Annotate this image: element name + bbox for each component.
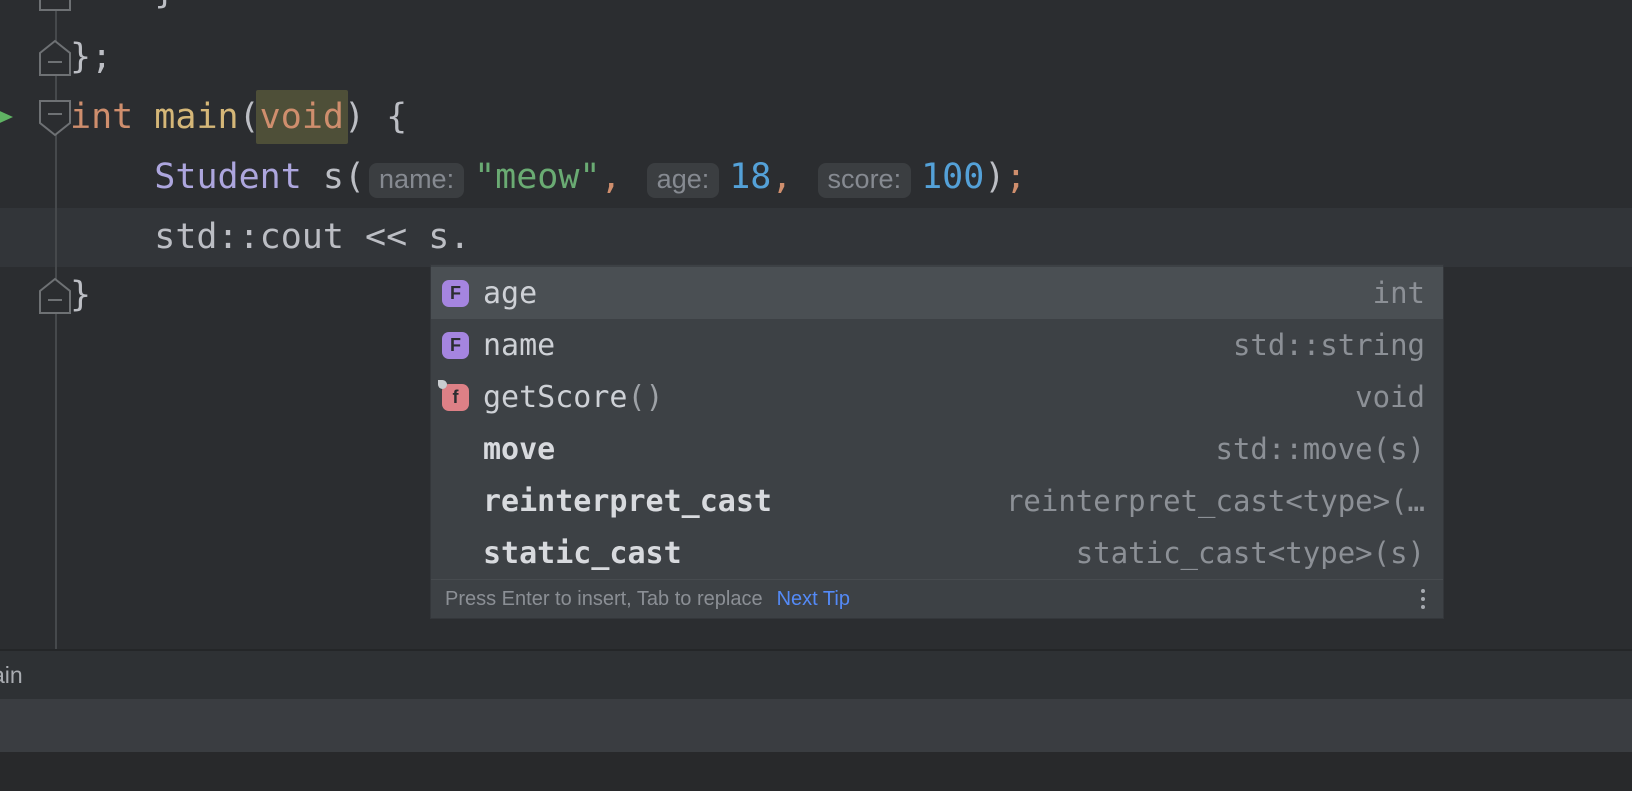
- completion-item-age[interactable]: Fage int: [431, 267, 1443, 319]
- inlay-parameter-hint: age:: [647, 163, 720, 198]
- completion-label: reinterpret_cast: [483, 484, 772, 519]
- code-token: void: [256, 90, 348, 144]
- code-token: Student: [154, 157, 302, 197]
- code-token: ) {: [344, 97, 407, 137]
- completion-footer-hint: Press Enter to insert, Tab to replace: [445, 588, 763, 611]
- code-token: 100: [921, 157, 984, 197]
- completion-label: getScore: [483, 380, 628, 415]
- completion-label: static_cast: [483, 536, 682, 571]
- ide-window: }}; int main(void) { Student s(name: "meow…: [0, 0, 1632, 791]
- run-arrow-icon[interactable]: [0, 107, 15, 127]
- toolbar-band: [0, 699, 1632, 752]
- completion-item-name[interactable]: Fname std::string: [431, 319, 1443, 371]
- completion-label: age: [483, 276, 537, 311]
- completion-item-move[interactable]: move std::move(s): [431, 423, 1443, 475]
- code-token: [70, 157, 154, 197]
- status-strip: [0, 752, 1632, 791]
- code-token: main: [154, 97, 238, 137]
- inlay-parameter-hint: name:: [369, 163, 464, 198]
- code-token: }: [70, 0, 175, 12]
- code-token: std::cout << s.: [70, 217, 470, 257]
- fold-marker-partial-top[interactable]: [38, 0, 72, 12]
- completion-type: int: [1373, 276, 1425, 310]
- code-token: ;: [1005, 157, 1026, 197]
- fold-marker-struct-end[interactable]: [38, 39, 72, 77]
- completion-type: void: [1355, 380, 1425, 414]
- fold-marker-main-end[interactable]: [38, 277, 72, 315]
- completion-item-reinterpret-cast[interactable]: reinterpret_cast reinterpret_cast<type>(…: [431, 475, 1443, 527]
- field-icon: F: [442, 332, 469, 359]
- gutter-fold-line: [55, 0, 57, 649]
- completion-label: name: [483, 328, 555, 363]
- inlay-parameter-hint: score:: [818, 163, 912, 198]
- field-icon: F: [442, 280, 469, 307]
- code-token: 18: [729, 157, 771, 197]
- empty-icon-spacer: [442, 488, 469, 515]
- code-line-main-end[interactable]: }: [70, 265, 91, 325]
- function-icon: f: [442, 384, 469, 411]
- completion-popup: FageintFnamestd::stringfgetScore()voidmo…: [430, 264, 1444, 619]
- empty-icon-spacer: [442, 436, 469, 463]
- code-token: };: [70, 37, 112, 77]
- completion-popup-footer: Press Enter to insert, Tab to replace Ne…: [431, 579, 1443, 618]
- code-line-main-signature[interactable]: int main(void) {: [70, 87, 407, 147]
- completion-type: reinterpret_cast<type>(…: [1006, 484, 1425, 518]
- code-token: [622, 157, 643, 197]
- code-token: s(: [302, 157, 365, 197]
- next-tip-link[interactable]: Next Tip: [777, 588, 850, 611]
- code-token: [133, 97, 154, 137]
- completion-label: move: [483, 432, 555, 467]
- code-token: ): [984, 157, 1005, 197]
- tool-window-bar: ain: [0, 649, 1632, 699]
- kebab-menu-icon[interactable]: [1417, 585, 1429, 613]
- fold-marker-main-start[interactable]: [38, 99, 72, 137]
- completion-item-getscore[interactable]: f getScore() void: [431, 371, 1443, 423]
- completion-type: static_cast<type>(s): [1076, 536, 1425, 570]
- code-line-student-ctor[interactable]: Student s(name: "meow", age: 18, score: 100…: [70, 147, 1026, 207]
- completion-type: std::string: [1233, 328, 1425, 362]
- completion-label-suffix: (): [628, 380, 664, 415]
- code-line-closing-brace-top[interactable]: }: [70, 0, 175, 22]
- code-token: int: [70, 97, 133, 137]
- code-line-cout[interactable]: std::cout << s.: [70, 207, 470, 267]
- code-line-struct-end[interactable]: };: [70, 27, 112, 87]
- completion-type: std::move(s): [1215, 432, 1425, 466]
- code-token: "meow": [474, 157, 600, 197]
- code-token: ,: [771, 157, 792, 197]
- empty-icon-spacer: [442, 540, 469, 567]
- code-token: ,: [601, 157, 622, 197]
- code-token: [792, 157, 813, 197]
- pin-overlay-icon: [438, 380, 447, 389]
- tool-window-label: ain: [0, 662, 23, 689]
- completion-item-static-cast[interactable]: static_cast static_cast<type>(s): [431, 527, 1443, 579]
- code-token: }: [70, 275, 91, 315]
